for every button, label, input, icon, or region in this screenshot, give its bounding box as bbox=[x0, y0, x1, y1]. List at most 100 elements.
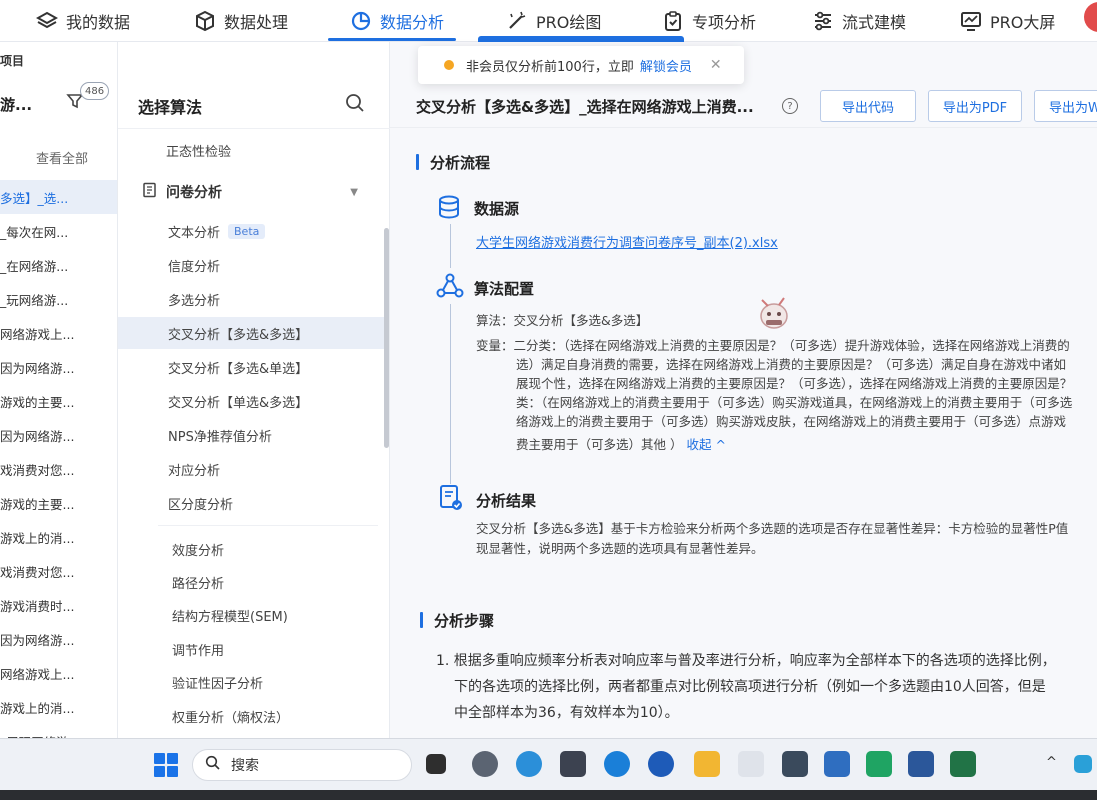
datasource-file-link[interactable]: 大学生网络游戏消费行为调查问卷序号_副本(2).xlsx bbox=[476, 232, 778, 251]
alg-cross-single-multi[interactable]: 交叉分析【单选&多选】 bbox=[118, 385, 386, 417]
step-line: 1. 根据多重响应频率分析表对响应率与普及率进行分析，响应率为全部样本下的各选项… bbox=[436, 653, 1056, 669]
nav-pro-dashboard[interactable]: PRO大屏 bbox=[960, 0, 1055, 42]
toast-text: 非会员仅分析前100行，立即 bbox=[466, 59, 634, 75]
store-icon[interactable] bbox=[560, 751, 586, 777]
list-item[interactable]: 游戏上的消... bbox=[0, 520, 117, 554]
list-item[interactable]: _玩网络游... bbox=[0, 282, 117, 316]
app-icon[interactable] bbox=[866, 751, 892, 777]
variable-line: 选）满足自身消费的需要，选择在网络游戏上消费的主要原因是？（可多选）满足自身在游… bbox=[516, 357, 1067, 372]
algorithm-line: 算法：交叉分析【多选&多选】 bbox=[476, 313, 649, 328]
panel-title: 选择算法 bbox=[138, 98, 203, 117]
alg-multi-choice[interactable]: 多选分析 bbox=[118, 283, 386, 315]
variable-line: 变量：二分类：（选择在网络游戏上消费的主要原因是？（可多选）提升游戏体验，选择在… bbox=[476, 338, 1070, 353]
list-item[interactable]: 游戏的主要... bbox=[0, 486, 117, 520]
collapse-link[interactable]: 收起 ^ bbox=[686, 437, 725, 452]
view-all-link[interactable]: 查看全部 bbox=[36, 148, 88, 167]
alg-path[interactable]: 路径分析 bbox=[118, 566, 386, 598]
sliders-icon bbox=[812, 10, 834, 32]
nav-data-processing[interactable]: 数据处理 bbox=[194, 0, 288, 42]
alg-correspondence[interactable]: 对应分析 bbox=[118, 453, 386, 485]
list-item[interactable]: 因为网络游... bbox=[0, 350, 117, 384]
nav-label: 我的数据 bbox=[66, 13, 131, 32]
divider bbox=[118, 128, 390, 129]
layers-icon bbox=[36, 10, 58, 32]
alg-reliability[interactable]: 信度分析 bbox=[118, 249, 386, 281]
alg-entropy-weight[interactable]: 权重分析（熵权法） bbox=[118, 700, 386, 732]
group-label: 问卷分析 bbox=[166, 185, 222, 201]
nav-label: PRO大屏 bbox=[990, 13, 1056, 32]
config-label: 算法配置 bbox=[474, 280, 535, 298]
variable-line-last: 费主要用于（可多选）其他 ） 收起 ^ bbox=[516, 436, 726, 454]
variable-line: 络游戏上的消费主要用于（可多选）购买游戏皮肤，在网络游戏上的消费主要用于（可多选… bbox=[516, 414, 1067, 429]
group-questionnaire-analysis[interactable]: 问卷分析 ▼ bbox=[118, 176, 378, 208]
close-icon[interactable]: ✕ bbox=[710, 57, 722, 73]
list-item[interactable]: 因为网络游... bbox=[0, 622, 117, 656]
alg-cross-multi-single[interactable]: 交叉分析【多选&单选】 bbox=[118, 351, 386, 383]
alg-nps[interactable]: NPS净推荐值分析 bbox=[118, 419, 386, 451]
list-item[interactable]: 因为网络游... bbox=[0, 418, 117, 452]
project-name[interactable]: 游... bbox=[0, 94, 32, 115]
avatar[interactable] bbox=[1084, 2, 1097, 32]
settings-icon[interactable] bbox=[472, 751, 498, 777]
help-icon[interactable]: ? bbox=[782, 98, 798, 114]
taskbar-search-box[interactable]: 搜索 bbox=[192, 749, 412, 781]
flow-connector bbox=[450, 224, 451, 268]
project-list: 多选】_选... _每次在网... _在网络游... _玩网络游... 网络游戏… bbox=[0, 180, 117, 758]
excel-icon[interactable] bbox=[950, 751, 976, 777]
list-item[interactable]: 网络游戏上... bbox=[0, 316, 117, 350]
database-icon bbox=[436, 194, 462, 220]
list-item[interactable]: 游戏消费时... bbox=[0, 588, 117, 622]
export-pdf-button[interactable]: 导出为PDF bbox=[928, 90, 1022, 122]
file-explorer-icon[interactable] bbox=[694, 751, 720, 777]
alg-normality-test[interactable]: 正态性检验 bbox=[118, 134, 386, 166]
export-word-button[interactable]: 导出为W bbox=[1034, 90, 1097, 122]
nav-my-data[interactable]: 我的数据 bbox=[36, 0, 130, 42]
algorithm-config-icon bbox=[436, 272, 464, 298]
nav-data-analysis[interactable]: 数据分析 bbox=[350, 0, 444, 42]
task-view-icon[interactable] bbox=[426, 754, 446, 774]
alg-cross-multi-multi[interactable]: 交叉分析【多选&多选】 bbox=[118, 317, 386, 349]
alg-discrimination[interactable]: 区分度分析 bbox=[118, 487, 386, 519]
pie-chart-icon bbox=[350, 10, 372, 32]
cube-icon bbox=[194, 10, 216, 32]
result-line: 交叉分析【多选&多选】基于卡方检验来分析两个多选题的选项是否存在显著性差异：卡方… bbox=[476, 521, 1069, 536]
alg-sem[interactable]: 结构方程模型(SEM) bbox=[118, 599, 386, 631]
list-item[interactable]: _在网络游... bbox=[0, 248, 117, 282]
alg-cfa[interactable]: 验证性因子分析 bbox=[118, 666, 386, 698]
variable-line: 展现个性，选择在网络游戏上消费的主要原因是？（可多选），选择在网络游戏上消费的主… bbox=[516, 376, 1073, 391]
app-icon[interactable] bbox=[738, 751, 764, 777]
divider bbox=[158, 525, 378, 526]
app-icon[interactable] bbox=[648, 751, 674, 777]
list-item[interactable]: 多选】_选... bbox=[0, 180, 117, 214]
section-title-steps: 分析步骤 bbox=[420, 610, 494, 631]
list-item[interactable]: 游戏上的消... bbox=[0, 690, 117, 724]
list-item[interactable]: _每次在网... bbox=[0, 214, 117, 248]
scrollbar[interactable] bbox=[384, 228, 389, 448]
word-icon[interactable] bbox=[908, 751, 934, 777]
top-nav: 我的数据 数据处理 数据分析 PRO绘图 专项分析 流式建模 PRO大屏 bbox=[0, 0, 1097, 42]
monitor-bezel bbox=[0, 790, 1097, 800]
list-item[interactable]: 戏消费对您... bbox=[0, 554, 117, 588]
list-item[interactable]: 网络游戏上... bbox=[0, 656, 117, 690]
nav-label: PRO绘图 bbox=[536, 13, 602, 32]
windows-start-icon[interactable] bbox=[154, 753, 178, 777]
list-item[interactable]: 游戏的主要... bbox=[0, 384, 117, 418]
chevron-up-icon[interactable]: ^ bbox=[1046, 755, 1057, 770]
search-label: 搜索 bbox=[231, 758, 259, 774]
export-code-button[interactable]: 导出代码 bbox=[820, 90, 916, 122]
nav-stream-modeling[interactable]: 流式建模 bbox=[812, 0, 906, 42]
project-header: 项目 bbox=[0, 54, 25, 68]
search-icon[interactable] bbox=[344, 92, 366, 114]
tray-icon[interactable] bbox=[1074, 755, 1092, 773]
alg-moderation[interactable]: 调节作用 bbox=[118, 633, 386, 665]
ie-browser-icon[interactable] bbox=[604, 751, 630, 777]
alg-validity[interactable]: 效度分析 bbox=[118, 533, 386, 565]
list-item[interactable]: 戏消费对您... bbox=[0, 452, 117, 486]
step-line: 下的各选项的选择比例，两者都重点对比例较高项进行分析（例如一个多选题由10人回答… bbox=[454, 679, 1046, 695]
alg-text-analysis[interactable]: 文本分析 Beta bbox=[118, 215, 386, 247]
edge-browser-icon[interactable] bbox=[516, 751, 542, 777]
app-icon[interactable] bbox=[824, 751, 850, 777]
caret-down-icon: ▼ bbox=[350, 186, 358, 198]
app-icon[interactable] bbox=[782, 751, 808, 777]
unlock-member-link[interactable]: 解锁会员 bbox=[640, 56, 692, 75]
